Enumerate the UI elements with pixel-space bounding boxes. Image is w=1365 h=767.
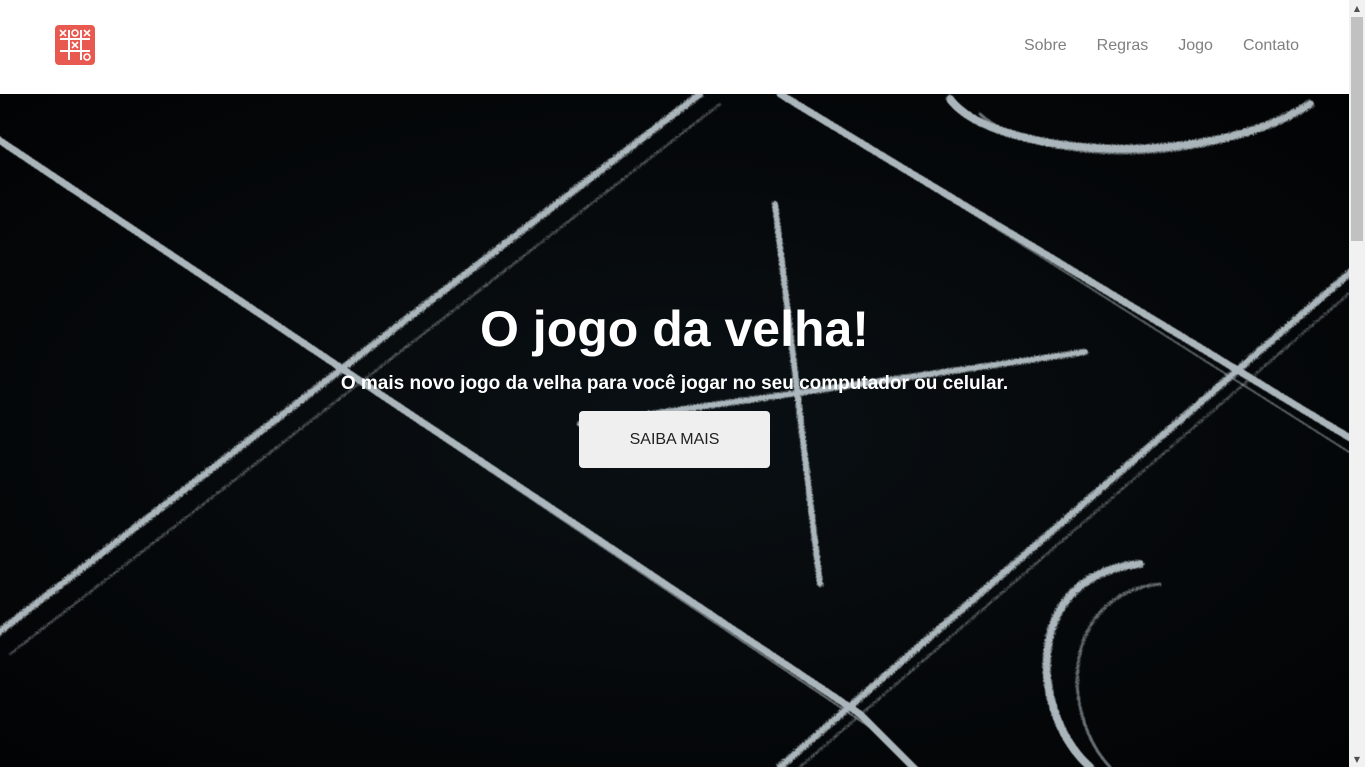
page: Sobre Regras Jogo Contato O jogo da velh… (0, 0, 1349, 767)
scroll-up-arrow-icon[interactable]: ▲ (1349, 0, 1365, 16)
hero-subtitle: O mais novo jogo da velha para você joga… (340, 373, 1009, 394)
site-header: Sobre Regras Jogo Contato (0, 0, 1349, 94)
saiba-mais-button[interactable]: SAIBA MAIS (579, 411, 770, 468)
nav-link-sobre[interactable]: Sobre (1024, 36, 1067, 56)
hero-title: O jogo da velha! (480, 301, 869, 357)
nav-link-contato[interactable]: Contato (1243, 36, 1299, 56)
nav-link-jogo[interactable]: Jogo (1178, 36, 1213, 56)
scroll-down-arrow-icon[interactable]: ▼ (1349, 751, 1365, 767)
main-nav: Sobre Regras Jogo Contato (1024, 36, 1299, 56)
nav-link-regras[interactable]: Regras (1097, 36, 1149, 56)
vertical-scrollbar[interactable]: ▲ ▼ (1349, 0, 1365, 767)
hero-section: O jogo da velha! O mais novo jogo da vel… (0, 94, 1349, 767)
scrollbar-thumb[interactable] (1351, 17, 1363, 241)
tic-tac-toe-logo-icon[interactable] (55, 25, 95, 65)
